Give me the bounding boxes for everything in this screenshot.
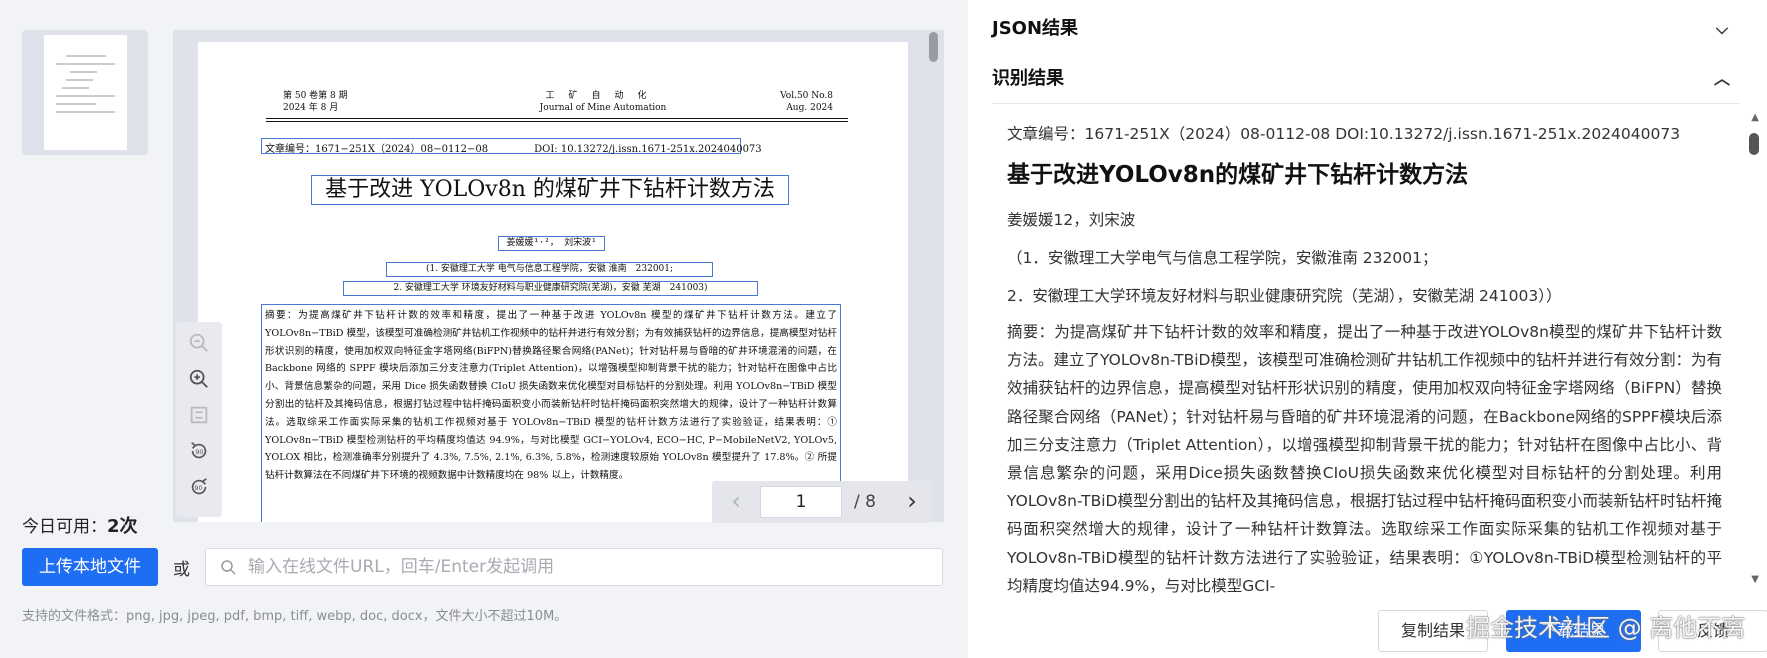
journal-issue: 第 50 卷第 8 期 2024 年 8 月	[283, 91, 348, 113]
result-affiliation-2: 2．安徽理工大学环境友好材料与职业健康研究院（芜湖），安徽芜湖 241003））	[1007, 287, 1562, 305]
viewer-scrollbar[interactable]	[929, 32, 938, 62]
zoom-toolbar: 90 90	[176, 322, 222, 517]
page-navigator: ‹ 1 / 8 ›	[712, 481, 932, 523]
journal-volume: Vol.50 No.8 Aug. 2024	[780, 91, 833, 113]
result-affiliation-1: （1．安徽理工大学电气与信息工程学院，安徽淮南 232001；	[1007, 249, 1438, 267]
page-thumbnail[interactable]	[22, 30, 148, 155]
rotate-right-icon[interactable]: 90	[187, 476, 211, 500]
header-rule-thin	[266, 121, 848, 122]
watermark: 掘金技术社区 @ 离他不离	[1466, 614, 1746, 642]
header-rule	[266, 118, 848, 119]
scroll-up-arrow-icon[interactable]: ▲	[1751, 112, 1759, 123]
fit-page-icon[interactable]	[187, 404, 211, 428]
daily-quota: 今日可用：2次	[22, 516, 138, 537]
prev-page-chevron-icon[interactable]: ‹	[724, 487, 748, 517]
supported-formats: 支持的文件格式：png, jpg, jpeg, pdf, bmp, tiff, …	[22, 609, 568, 624]
journal-name: 工矿自动化 Journal of Mine Automation	[539, 91, 667, 113]
search-icon	[221, 560, 236, 575]
doc-affiliation-1: (1. 安徽理工大学 电气与信息工程学院，安徽 淮南 232001;	[386, 262, 713, 277]
page-total: / 8	[854, 492, 876, 512]
result-article-number: 文章编号：1671-251X（2024）08-0112-08 DOI:10.13…	[1007, 125, 1681, 143]
left-panel: 第 50 卷第 8 期 2024 年 8 月 工矿自动化 Journal of …	[0, 0, 968, 658]
right-panel: JSON结果 ⌵ 识别结果 ︿ 文章编号：1671-251X（2024）08-0…	[968, 0, 1767, 658]
zoom-out-icon[interactable]	[187, 332, 211, 356]
doc-article-number: 文章编号：1671−251X（2024）08−0112−08 DOI: 10.13…	[261, 138, 762, 155]
or-label: 或	[173, 560, 190, 580]
doc-authors: 姜媛媛¹·²， 刘宋波¹	[498, 236, 605, 251]
ocr-result-header[interactable]: 识别结果 ︿	[992, 54, 1740, 104]
rotate-left-icon[interactable]: 90	[187, 440, 211, 464]
json-result-header[interactable]: JSON结果 ⌵	[992, 4, 1740, 54]
chevron-up-icon[interactable]: ︿	[1712, 54, 1732, 104]
document-viewer[interactable]: 第 50 卷第 8 期 2024 年 8 月 工矿自动化 Journal of …	[173, 30, 944, 522]
result-abstract: 摘要：为提高煤矿井下钻杆计数的效率和精度，提出了一种基于改进YOLOv8n模型的…	[1007, 323, 1722, 595]
url-input[interactable]: 输入在线文件URL，回车/Enter发起调用	[205, 548, 943, 586]
url-placeholder: 输入在线文件URL，回车/Enter发起调用	[248, 557, 555, 577]
doc-affiliation-2: 2. 安徽理工大学 环境友好材料与职业健康研究院(芜湖)，安徽 芜湖 24100…	[343, 281, 758, 296]
ocr-result-content: 文章编号：1671-251X（2024）08-0112-08 DOI:10.13…	[992, 108, 1722, 598]
doc-title: 基于改进 YOLOv8n 的煤矿井下钻杆计数方法	[311, 175, 789, 205]
svg-text:90: 90	[194, 484, 202, 492]
thumbnail-page	[44, 35, 127, 150]
document-page: 第 50 卷第 8 期 2024 年 8 月 工矿自动化 Journal of …	[198, 42, 908, 522]
svg-text:90: 90	[195, 448, 203, 456]
result-title: 基于改进YOLOv8n的煤矿井下钻杆计数方法	[1007, 162, 1469, 188]
quota-value: 2次	[107, 516, 138, 537]
doc-doi: DOI: 10.13272/j.issn.1671-251x.202404007…	[534, 144, 762, 155]
page-number-input[interactable]: 1	[760, 486, 842, 518]
chevron-down-icon[interactable]: ⌵	[1712, 4, 1732, 54]
result-authors: 姜媛媛12，刘宋波	[1007, 211, 1136, 229]
next-page-chevron-icon[interactable]: ›	[900, 487, 924, 517]
scroll-down-arrow-icon[interactable]: ▼	[1751, 574, 1759, 585]
result-scrollbar-thumb[interactable]	[1749, 133, 1759, 155]
upload-local-file-button[interactable]: 上传本地文件	[22, 548, 158, 586]
zoom-in-icon[interactable]	[187, 368, 211, 392]
